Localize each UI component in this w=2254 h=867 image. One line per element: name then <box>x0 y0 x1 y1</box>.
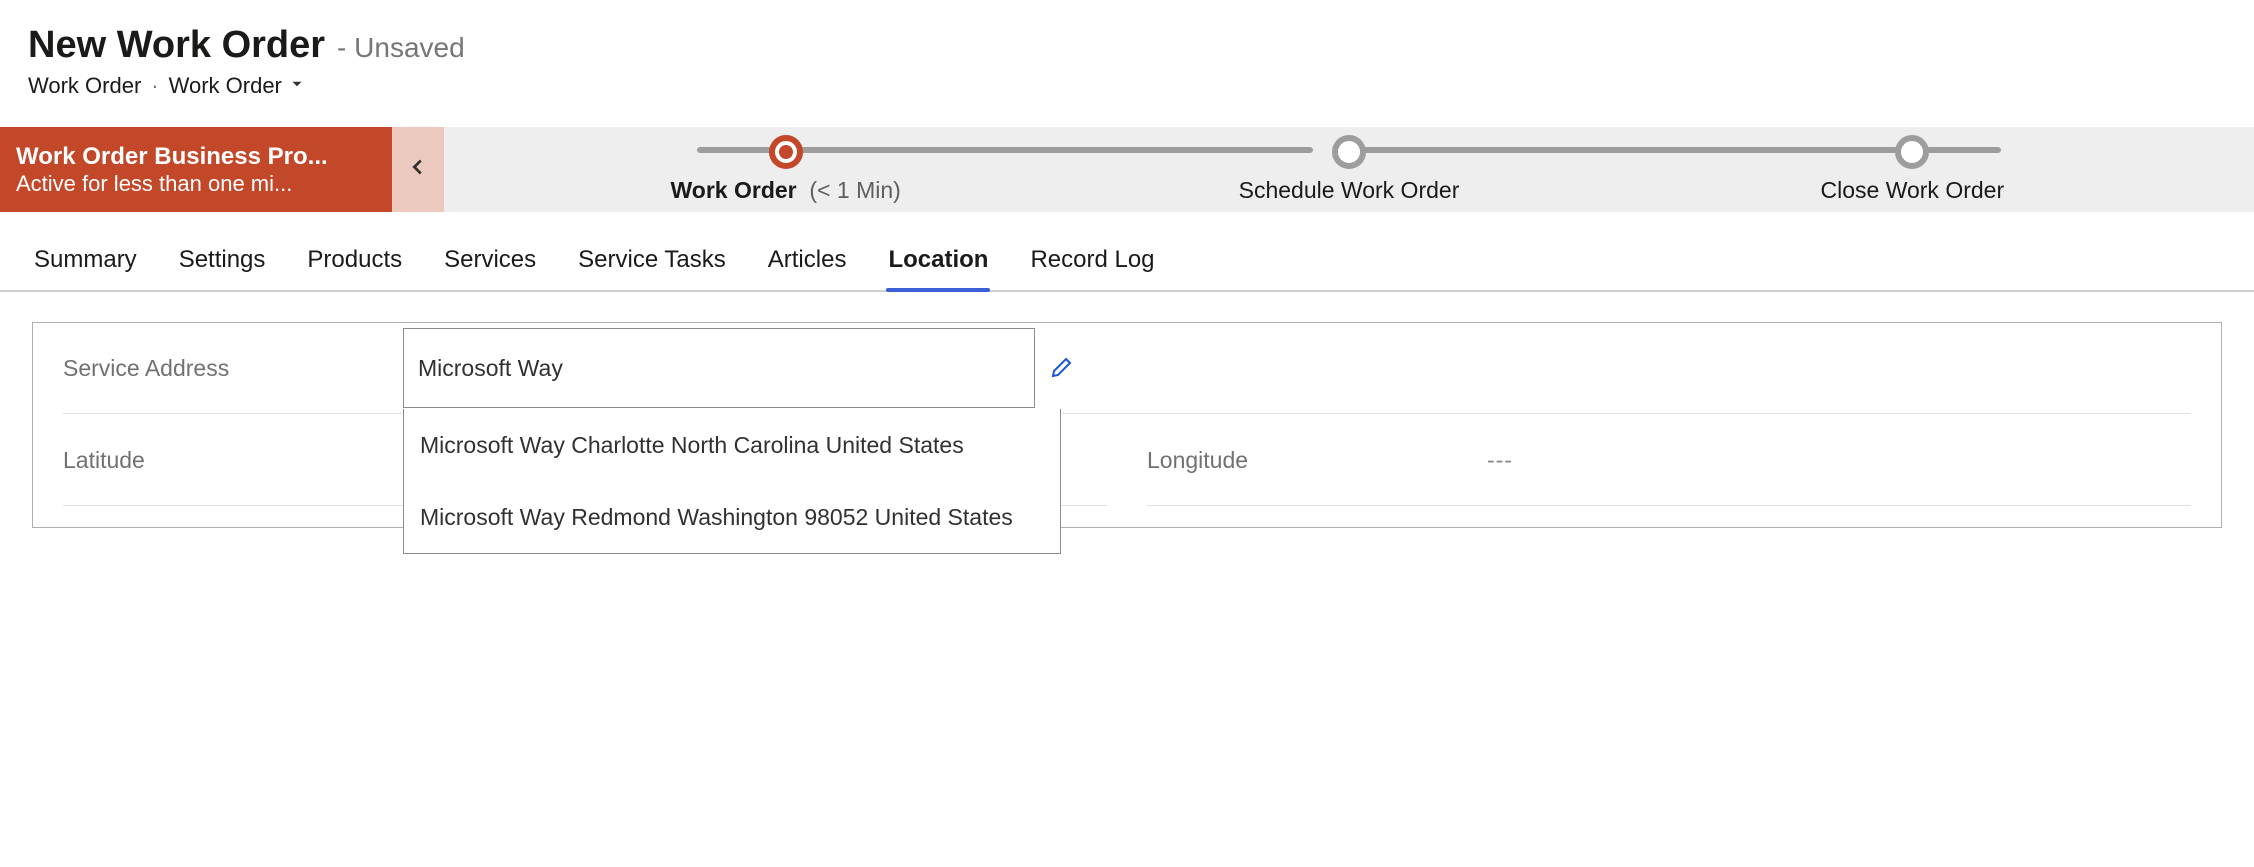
bpf-stage-label: Schedule Work Order <box>1239 177 1460 203</box>
bpf-active-duration: Active for less than one mi... <box>16 171 376 197</box>
address-suggestions-dropdown: Microsoft Way Charlotte North Carolina U… <box>403 409 1061 554</box>
chevron-left-icon <box>407 156 429 184</box>
bpf-stage-duration: (< 1 Min) <box>809 177 900 203</box>
bpf-process-badge[interactable]: Work Order Business Pro... Active for le… <box>0 127 392 212</box>
record-status: - Unsaved <box>337 32 465 64</box>
bpf-stage-work-order[interactable]: Work Order (< 1 Min) <box>504 135 1067 204</box>
tab-products[interactable]: Products <box>305 238 404 290</box>
field-label: Service Address <box>63 355 403 382</box>
field-label: Latitude <box>63 447 403 474</box>
bpf-stage-label: Close Work Order <box>1821 177 2005 203</box>
tab-summary[interactable]: Summary <box>32 238 139 290</box>
bpf-stage-marker-active <box>769 135 803 169</box>
tab-record-log[interactable]: Record Log <box>1028 238 1156 290</box>
bpf-stage-marker <box>1332 135 1366 169</box>
edit-icon[interactable] <box>1049 356 1073 380</box>
field-label: Longitude <box>1147 447 1487 474</box>
location-section: Service Address Microsoft Way Charlotte … <box>32 322 2222 528</box>
business-process-flow: Work Order Business Pro... Active for le… <box>0 127 2254 212</box>
form-selector[interactable]: Work Order <box>169 73 306 99</box>
bpf-process-name: Work Order Business Pro... <box>16 143 376 171</box>
tab-services[interactable]: Services <box>442 238 538 290</box>
address-suggestion[interactable]: Microsoft Way Redmond Washington 98052 U… <box>404 481 1060 553</box>
dot-separator: · <box>151 73 158 99</box>
bpf-stage-label: Work Order <box>671 177 797 203</box>
bpf-stage-schedule-work-order[interactable]: Schedule Work Order <box>1067 135 1630 204</box>
address-suggestion[interactable]: Microsoft Way Charlotte North Carolina U… <box>404 409 1060 481</box>
bpf-stage-close-work-order[interactable]: Close Work Order <box>1631 135 2194 204</box>
tab-location[interactable]: Location <box>886 238 990 290</box>
chevron-down-icon <box>288 73 306 99</box>
entity-name: Work Order <box>28 73 141 99</box>
tab-articles[interactable]: Articles <box>766 238 849 290</box>
record-title: New Work Order <box>28 24 325 67</box>
bpf-stage-marker <box>1895 135 1929 169</box>
longitude-value[interactable]: --- <box>1487 447 1513 474</box>
bpf-stage-track: Work Order (< 1 Min) Schedule Work Order… <box>444 127 2254 212</box>
page-header: New Work Order - Unsaved Work Order · Wo… <box>0 0 2254 109</box>
form-tabs: Summary Settings Products Services Servi… <box>0 238 2254 292</box>
field-row-service-address: Service Address Microsoft Way Charlotte … <box>63 323 2191 415</box>
bpf-collapse-button[interactable] <box>392 127 444 212</box>
tab-settings[interactable]: Settings <box>177 238 268 290</box>
tab-service-tasks[interactable]: Service Tasks <box>576 238 728 290</box>
field-row-lat-lon: Latitude --- Longitude --- <box>63 415 2191 507</box>
service-address-input[interactable] <box>403 328 1035 408</box>
